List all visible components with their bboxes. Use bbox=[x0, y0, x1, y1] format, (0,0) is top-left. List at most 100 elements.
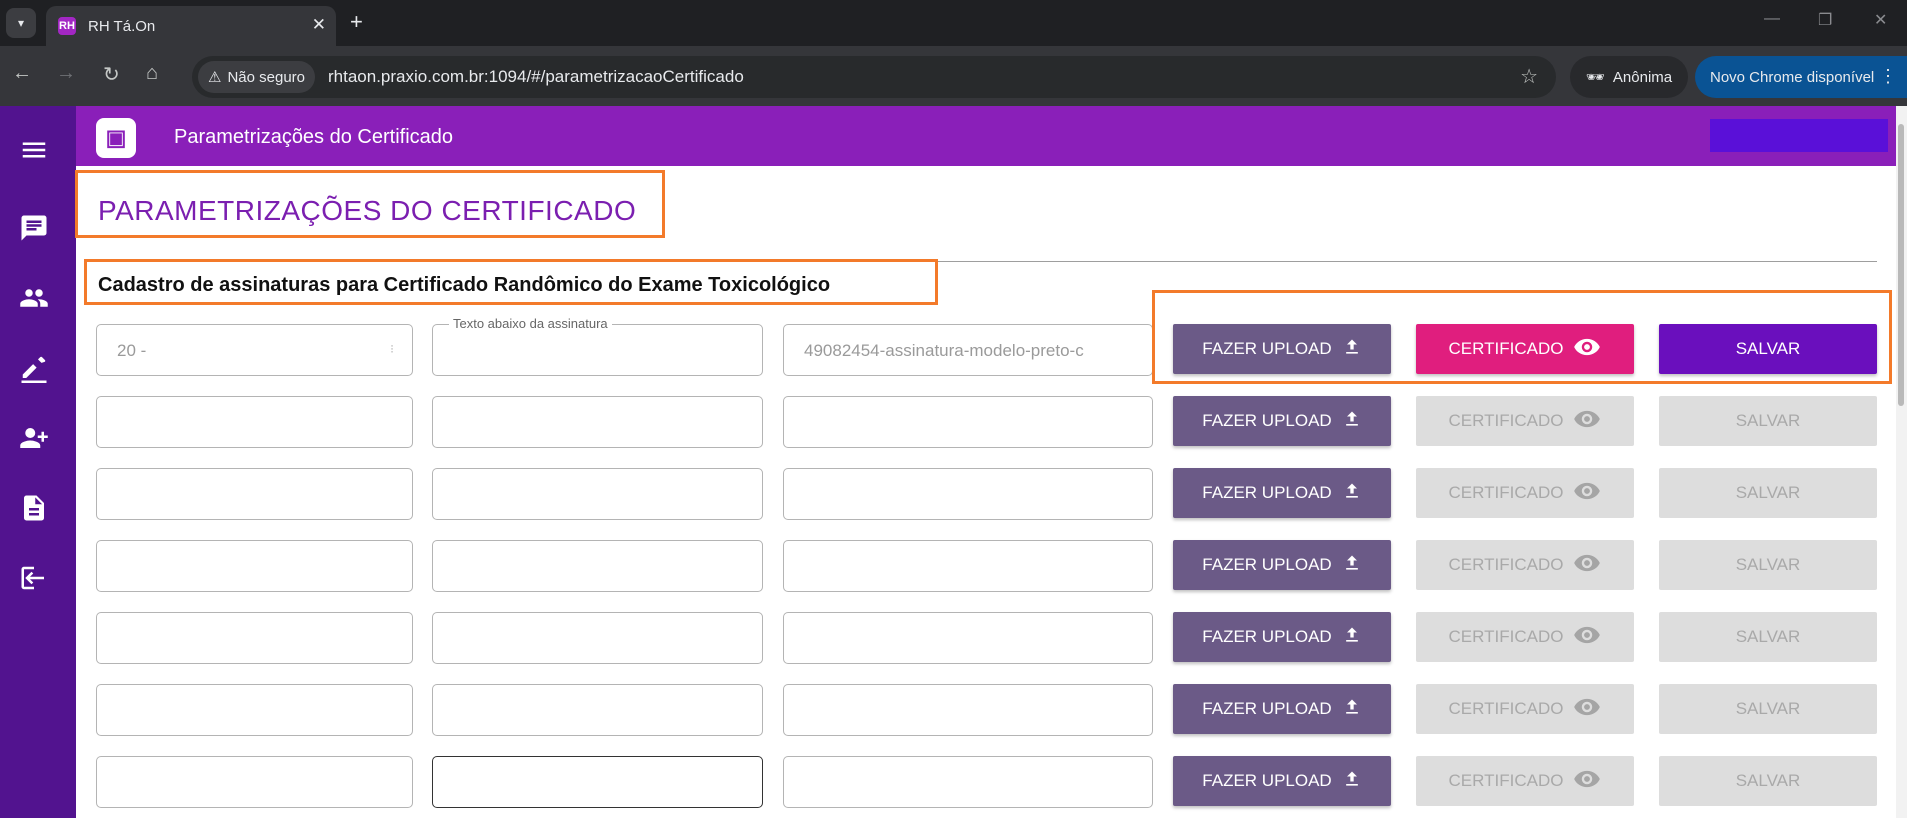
upload-label: FAZER UPLOAD bbox=[1202, 555, 1332, 574]
incognito-chip[interactable]: 🕶 Anônima bbox=[1570, 56, 1688, 98]
signer-select[interactable]: 20 - ⁝ bbox=[96, 324, 413, 376]
user-menu[interactable] bbox=[1710, 119, 1888, 152]
save-button[interactable]: SALVAR bbox=[1659, 756, 1877, 806]
save-button[interactable]: SALVAR bbox=[1659, 540, 1877, 590]
badge-icon: ▣ bbox=[105, 125, 127, 150]
certificate-preview-button[interactable]: CERTIFICADO bbox=[1416, 684, 1634, 734]
section-title-highlight: Cadastro de assinaturas para Certificado… bbox=[84, 259, 938, 305]
signature-file-field[interactable] bbox=[783, 684, 1153, 736]
tab-search-button[interactable]: ▾ bbox=[6, 8, 36, 38]
signature-text-input[interactable] bbox=[432, 684, 763, 736]
signer-value: 20 - bbox=[117, 341, 147, 360]
save-button[interactable]: SALVAR bbox=[1659, 612, 1877, 662]
browser-tab-bar: ▾ RH RH Tá.On ✕ + — ❐ ✕ bbox=[0, 0, 1907, 46]
tab-title: RH Tá.On bbox=[88, 17, 156, 35]
upload-icon bbox=[1342, 625, 1362, 650]
upload-button[interactable]: FAZER UPLOAD bbox=[1173, 612, 1391, 662]
window-close-icon[interactable]: ✕ bbox=[1874, 10, 1887, 30]
browser-tab[interactable]: RH RH Tá.On ✕ bbox=[46, 6, 336, 46]
app-logo[interactable]: ▣ bbox=[96, 118, 136, 158]
app-header: ▣ Parametrizações do Certificado bbox=[76, 106, 1907, 166]
incognito-label: Anônima bbox=[1612, 68, 1673, 86]
eye-icon bbox=[1573, 693, 1601, 726]
signature-file-field[interactable] bbox=[783, 396, 1153, 448]
signature-row: FAZER UPLOAD CERTIFICADO SALVAR bbox=[0, 756, 1907, 808]
signature-text-input[interactable]: Texto abaixo da assinatura bbox=[432, 316, 763, 376]
bookmark-star-icon[interactable]: ☆ bbox=[1520, 64, 1538, 89]
save-button[interactable]: SALVAR bbox=[1659, 396, 1877, 446]
certificate-preview-button[interactable]: CERTIFICADO bbox=[1416, 396, 1634, 446]
back-icon[interactable]: ← bbox=[12, 62, 32, 85]
signature-text-input[interactable] bbox=[432, 612, 763, 664]
signature-row: FAZER UPLOAD CERTIFICADO SALVAR bbox=[0, 540, 1907, 592]
signature-text-input[interactable] bbox=[432, 756, 763, 808]
signer-select[interactable] bbox=[96, 468, 413, 520]
signature-row: FAZER UPLOAD CERTIFICADO SALVAR bbox=[0, 468, 1907, 520]
security-chip[interactable]: ⚠ Não seguro bbox=[198, 61, 316, 93]
upload-icon bbox=[1342, 553, 1362, 578]
menu-icon[interactable] bbox=[18, 134, 50, 166]
save-label: SALVAR bbox=[1735, 699, 1801, 718]
eye-icon bbox=[1573, 621, 1601, 654]
upload-icon bbox=[1342, 409, 1362, 434]
signer-select[interactable] bbox=[96, 684, 413, 736]
url-text[interactable]: rhtaon.praxio.com.br:1094/#/parametrizac… bbox=[328, 67, 744, 87]
signature-row: FAZER UPLOAD CERTIFICADO SALVAR bbox=[0, 396, 1907, 448]
certificate-preview-button[interactable]: CERTIFICADO bbox=[1416, 540, 1634, 590]
certificate-preview-button[interactable]: CERTIFICADO bbox=[1416, 756, 1634, 806]
upload-button[interactable]: FAZER UPLOAD bbox=[1173, 468, 1391, 518]
upload-label: FAZER UPLOAD bbox=[1202, 411, 1332, 430]
home-icon[interactable]: ⌂ bbox=[146, 62, 158, 85]
certificate-preview-button[interactable]: CERTIFICADO bbox=[1416, 468, 1634, 518]
header-title: Parametrizações do Certificado bbox=[174, 126, 454, 148]
certificate-preview-button[interactable]: CERTIFICADO bbox=[1416, 612, 1634, 662]
upload-label: FAZER UPLOAD bbox=[1202, 627, 1332, 646]
actions-highlight bbox=[1152, 290, 1892, 384]
more-menu-icon[interactable]: ⋮ bbox=[1879, 66, 1897, 87]
save-label: SALVAR bbox=[1735, 771, 1801, 790]
upload-button[interactable]: FAZER UPLOAD bbox=[1173, 756, 1391, 806]
signer-select[interactable] bbox=[96, 756, 413, 808]
new-tab-button[interactable]: + bbox=[350, 9, 363, 35]
signature-text-input[interactable] bbox=[432, 540, 763, 592]
signer-select[interactable] bbox=[96, 396, 413, 448]
eye-icon bbox=[1573, 549, 1601, 582]
page-title-highlight: PARAMETRIZAÇÕES DO CERTIFICADO bbox=[75, 170, 665, 238]
signature-file-field[interactable] bbox=[783, 756, 1153, 808]
minimize-icon[interactable]: — bbox=[1764, 10, 1780, 28]
chrome-update-button[interactable]: Novo Chrome disponível ⋮ bbox=[1695, 56, 1907, 98]
signature-file-field[interactable] bbox=[783, 468, 1153, 520]
chat-icon[interactable] bbox=[18, 212, 50, 244]
upload-icon bbox=[1342, 769, 1362, 794]
signature-file-field[interactable] bbox=[783, 540, 1153, 592]
signer-select[interactable] bbox=[96, 540, 413, 592]
address-bar[interactable]: ⚠ Não seguro rhtaon.praxio.com.br:1094/#… bbox=[192, 56, 1556, 98]
close-tab-icon[interactable]: ✕ bbox=[312, 15, 326, 35]
upload-button[interactable]: FAZER UPLOAD bbox=[1173, 684, 1391, 734]
signature-text-input[interactable] bbox=[432, 468, 763, 520]
upload-button[interactable]: FAZER UPLOAD bbox=[1173, 540, 1391, 590]
signature-file-field[interactable] bbox=[783, 612, 1153, 664]
signature-text-input[interactable] bbox=[432, 396, 763, 448]
signature-file-field[interactable]: 49082454-assinatura-modelo-preto-c bbox=[783, 324, 1153, 376]
signer-select[interactable] bbox=[96, 612, 413, 664]
certificate-label: CERTIFICADO bbox=[1448, 411, 1564, 430]
reload-icon[interactable]: ↻ bbox=[103, 62, 120, 87]
restore-icon[interactable]: ❐ bbox=[1818, 10, 1832, 30]
certificate-label: CERTIFICADO bbox=[1448, 627, 1564, 646]
forward-icon[interactable]: → bbox=[56, 62, 76, 85]
upload-icon bbox=[1342, 481, 1362, 506]
certificate-label: CERTIFICADO bbox=[1448, 555, 1564, 574]
upload-label: FAZER UPLOAD bbox=[1202, 699, 1332, 718]
upload-icon bbox=[1342, 697, 1362, 722]
save-label: SALVAR bbox=[1735, 627, 1801, 646]
save-button[interactable]: SALVAR bbox=[1659, 684, 1877, 734]
spinner-icon: ⁝ bbox=[390, 342, 394, 356]
save-label: SALVAR bbox=[1735, 411, 1801, 430]
group-icon[interactable] bbox=[18, 282, 50, 314]
save-button[interactable]: SALVAR bbox=[1659, 468, 1877, 518]
upload-button[interactable]: FAZER UPLOAD bbox=[1173, 396, 1391, 446]
certificate-label: CERTIFICADO bbox=[1448, 771, 1564, 790]
upload-label: FAZER UPLOAD bbox=[1202, 483, 1332, 502]
upload-label: FAZER UPLOAD bbox=[1202, 771, 1332, 790]
